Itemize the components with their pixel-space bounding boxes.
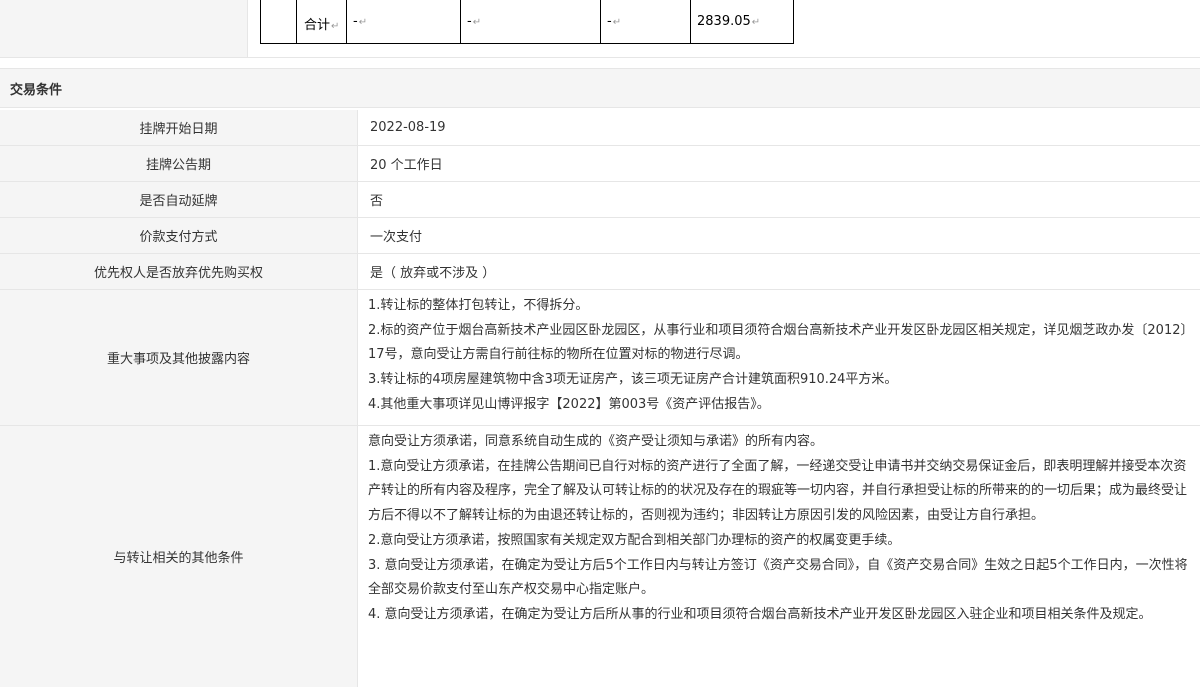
row-announcement-period: 挂牌公告期 20 个工作日 xyxy=(0,146,1200,182)
row-value: 2022-08-19 xyxy=(358,110,1200,145)
total-col2-cell: -↵ xyxy=(353,14,368,29)
row-value: 一次支付 xyxy=(358,218,1200,253)
total-col3-cell: -↵ xyxy=(467,14,482,29)
page: 合计↵ -↵ -↵ -↵ 2839.05↵ 交易条件 挂牌开始日期 2022-0… xyxy=(0,0,1200,687)
text-line: 2.意向受让方须承诺，按照国家有关规定双方配合到相关部门办理标的资产的权属变更手… xyxy=(368,532,901,548)
text-line: 1.意向受让方须承诺，在挂牌公告期间已自行对标的资产进行了全面了解，一经递交受让… xyxy=(368,458,1188,524)
row-label: 是否自动延牌 xyxy=(0,182,358,217)
row-label: 优先权人是否放弃优先购买权 xyxy=(0,254,358,289)
text-line: 意向受让方须承诺，同意系统自动生成的《资产受让须知与承诺》的所有内容。 xyxy=(368,434,824,449)
row-value: 是（ 放弃或不涉及 ） xyxy=(358,254,1200,289)
row-label: 价款支付方式 xyxy=(0,218,358,253)
row-label: 挂牌公告期 xyxy=(0,146,358,181)
row-auto-extend: 是否自动延牌 否 xyxy=(0,182,1200,218)
trade-conditions-table: 挂牌开始日期 2022-08-19 挂牌公告期 20 个工作日 是否自动延牌 否… xyxy=(0,110,1200,687)
text-line: 2.标的资产位于烟台高新技术产业园区卧龙园区，从事行业和项目须符合烟台高新技术产… xyxy=(368,322,1187,363)
text-line: 4. 意向受让方须承诺，在确定为受让方后所从事的行业和项目须符合烟台高新技术产业… xyxy=(368,606,1152,622)
row-major-matters: 重大事项及其他披露内容 1.转让标的整体打包转让，不得拆分。 2.标的资产位于烟… xyxy=(0,290,1200,426)
text-line: 3.转让标的4项房屋建筑物中含3项无证房产，该三项无证房产合计建筑面积910.2… xyxy=(368,372,898,388)
row-label: 挂牌开始日期 xyxy=(0,110,358,145)
row-payment-method: 价款支付方式 一次支付 xyxy=(0,218,1200,254)
section-title: 交易条件 xyxy=(10,82,63,98)
row-value: 否 xyxy=(358,182,1200,217)
asset-table-label-cell xyxy=(0,0,248,57)
total-value-cell: 2839.05↵ xyxy=(697,14,761,29)
row-other-conditions: 与转让相关的其他条件 意向受让方须承诺，同意系统自动生成的《资产受让须知与承诺》… xyxy=(0,426,1200,687)
row-label: 与转让相关的其他条件 xyxy=(0,426,358,687)
total-label-cell: 合计↵ xyxy=(304,18,340,33)
section-header-trade-conditions: 交易条件 xyxy=(0,68,1200,108)
row-listing-start-date: 挂牌开始日期 2022-08-19 xyxy=(0,110,1200,146)
row-value: 意向受让方须承诺，同意系统自动生成的《资产受让须知与承诺》的所有内容。 1.意向… xyxy=(358,426,1200,687)
text-line: 1.转让标的整体打包转让，不得拆分。 xyxy=(368,298,589,313)
row-label: 重大事项及其他披露内容 xyxy=(0,290,358,425)
text-line: 4.其他重大事项详见山博评报字【2022】第003号《资产评估报告》。 xyxy=(368,396,770,412)
row-preemptive-right: 优先权人是否放弃优先购买权 是（ 放弃或不涉及 ） xyxy=(0,254,1200,290)
row-value: 20 个工作日 xyxy=(358,146,1200,181)
row-value: 1.转让标的整体打包转让，不得拆分。 2.标的资产位于烟台高新技术产业园区卧龙园… xyxy=(358,290,1200,425)
asset-summary-table: 合计↵ -↵ -↵ -↵ 2839.05↵ xyxy=(260,0,794,44)
text-line: 3. 意向受让方须承诺，在确定为受让方后5个工作日内与转让方签订《资产交易合同》… xyxy=(368,557,1188,598)
asset-table-tail: 合计↵ -↵ -↵ -↵ 2839.05↵ xyxy=(0,0,1200,58)
total-col4-cell: -↵ xyxy=(607,14,622,29)
